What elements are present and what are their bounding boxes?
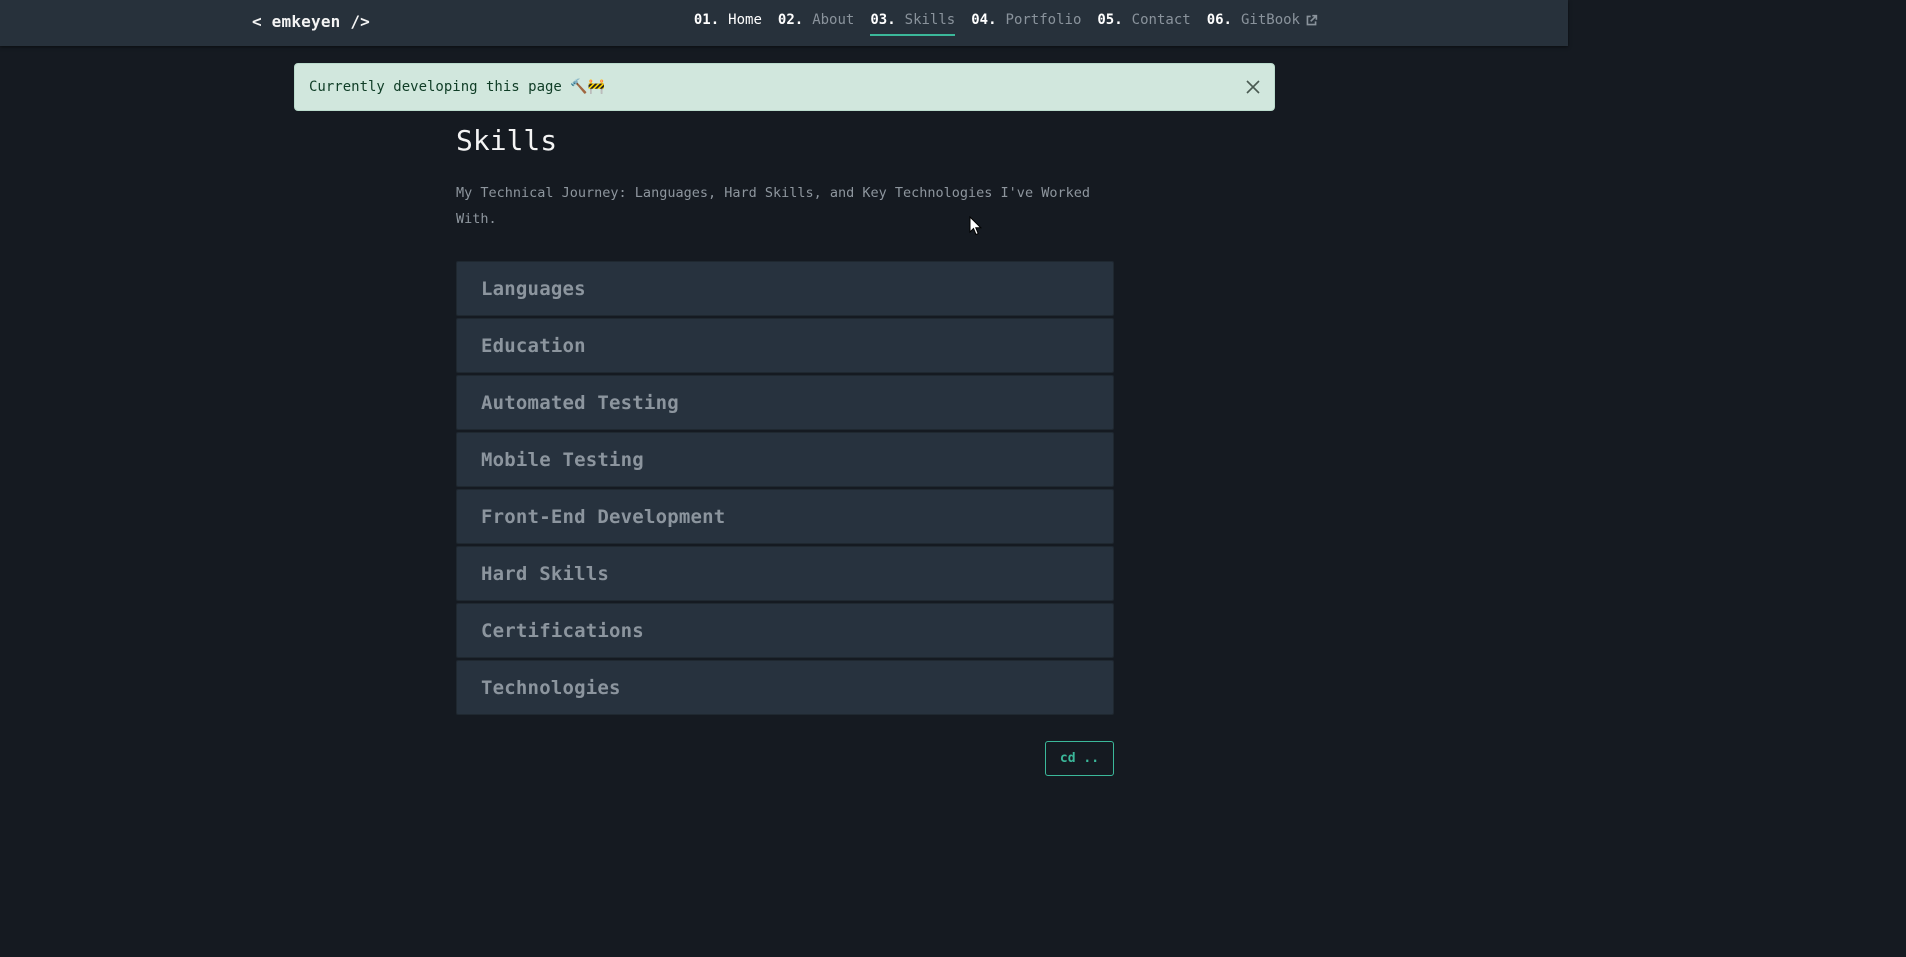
dev-notice-alert: Currently developing this page 🔨🚧 — [294, 63, 1275, 111]
nav-item-home[interactable]: 01. Home — [694, 12, 762, 36]
accordion-label: Mobile Testing — [481, 448, 644, 471]
nav-label: About — [812, 12, 855, 28]
page-description: My Technical Journey: Languages, Hard Sk… — [456, 185, 1090, 227]
close-icon[interactable] — [1244, 78, 1262, 96]
nav-number: 04. — [971, 12, 997, 28]
accordion-item-technologies[interactable]: Technologies — [456, 660, 1114, 715]
accordion-label: Front-End Development — [481, 505, 726, 528]
accordion-label: Languages — [481, 277, 586, 300]
accordion-item-automated-testing[interactable]: Automated Testing — [456, 375, 1114, 430]
top-navbar: < emkeyen /> 01. Home 02. About 03. Skil… — [0, 0, 1568, 46]
accordion-label: Hard Skills — [481, 562, 610, 585]
nav-number: 01. — [693, 12, 720, 28]
nav-label: GitBook — [1240, 12, 1300, 28]
nav-item-portfolio[interactable]: 04. Portfolio — [971, 12, 1081, 36]
mouse-cursor-icon — [969, 216, 983, 236]
nav-item-about[interactable]: 02. About — [778, 12, 854, 36]
accordion-item-front-end-development[interactable]: Front-End Development — [456, 489, 1114, 544]
nav-number: 02. — [777, 12, 804, 28]
nav-item-skills[interactable]: 03. Skills — [870, 12, 956, 36]
nav-label: Contact — [1131, 12, 1191, 28]
brand-logo[interactable]: < emkeyen /> — [252, 12, 370, 31]
nav-number: 05. — [1097, 12, 1123, 28]
skills-header: Skills My Technical Journey: Languages, … — [456, 123, 1114, 232]
accordion-item-mobile-testing[interactable]: Mobile Testing — [456, 432, 1114, 487]
nav-number: 06. — [1206, 12, 1232, 28]
accordion-label: Education — [481, 334, 586, 357]
nav-label: Portfolio — [1005, 12, 1082, 28]
accordion-label: Technologies — [481, 676, 621, 699]
alert-message: Currently developing this page 🔨🚧 — [309, 79, 606, 95]
accordion-label: Certifications — [481, 619, 644, 642]
accordion-item-hard-skills[interactable]: Hard Skills — [456, 546, 1114, 601]
external-link-icon — [1306, 14, 1318, 25]
nav-label: Skills — [904, 12, 956, 28]
accordion-label: Automated Testing — [481, 391, 679, 414]
page-title: Skills — [456, 124, 558, 157]
nav-item-gitbook[interactable]: 06. GitBook — [1207, 12, 1318, 36]
accordion-item-education[interactable]: Education — [456, 318, 1114, 373]
nav-number: 03. — [870, 12, 896, 28]
accordion-item-languages[interactable]: Languages — [456, 261, 1114, 316]
nav-item-contact[interactable]: 05. Contact — [1097, 12, 1190, 36]
nav-label: Home — [728, 12, 762, 28]
skills-accordion: Languages Education Automated Testing Mo… — [456, 261, 1114, 717]
back-button[interactable]: cd .. — [1045, 741, 1114, 776]
accordion-item-certifications[interactable]: Certifications — [456, 603, 1114, 658]
nav-links: 01. Home 02. About 03. Skills 04. Portfo… — [678, 12, 1318, 36]
